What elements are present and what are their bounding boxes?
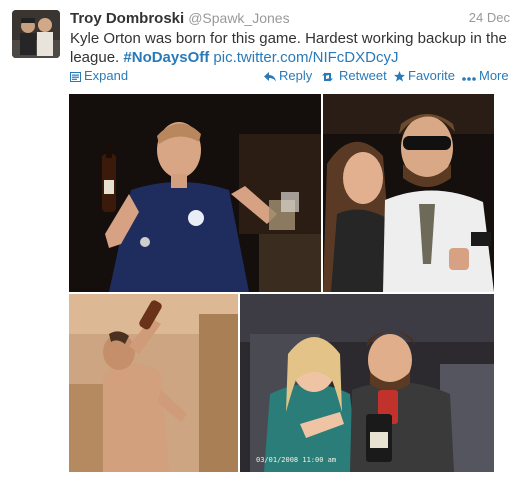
photo-2-image <box>323 94 494 292</box>
tweet-text: Kyle Orton was born for this game. Harde… <box>70 29 510 67</box>
user-handle[interactable]: @Spawk_Jones <box>188 10 289 26</box>
user-fullname[interactable]: Troy Dombroski <box>70 10 184 27</box>
reply-icon <box>264 72 276 82</box>
favorite-icon <box>394 71 405 82</box>
photo-timestamp: 03/01/2008 11:00 am <box>256 456 337 464</box>
expand-button[interactable]: Expand <box>70 68 128 84</box>
more-button[interactable]: More <box>462 68 509 84</box>
pic-link[interactable]: pic.twitter.com/NIFcDXDcyJ <box>213 49 398 66</box>
photo-1-image <box>69 94 321 292</box>
retweet-label: Retweet <box>339 68 387 83</box>
more-label: More <box>479 68 509 83</box>
favorite-label: Favorite <box>408 68 455 83</box>
avatar[interactable] <box>12 10 60 58</box>
retweet-icon <box>322 72 333 82</box>
reply-label: Reply <box>279 68 313 83</box>
tweet-date[interactable]: 24 Dec <box>469 8 510 28</box>
tweet-header: Troy Dombroski @Spawk_Jones 24 Dec <box>70 8 510 28</box>
avatar-image <box>12 10 60 58</box>
collage-photo-3 <box>69 294 238 472</box>
collage-photo-1 <box>69 94 321 292</box>
photo-3-image <box>69 294 238 472</box>
reply-button[interactable]: Reply <box>264 68 312 84</box>
tweet-actions: Expand Reply Retweet Favorite More <box>70 68 510 84</box>
expand-label: Expand <box>84 68 129 83</box>
retweet-button[interactable]: Retweet <box>322 68 387 84</box>
tweet: Troy Dombroski @Spawk_Jones 24 Dec Kyle O… <box>0 0 522 494</box>
hashtag-link[interactable]: #NoDaysOff <box>123 49 209 66</box>
tweet-photo-collage[interactable]: 03/01/2008 11:00 am <box>69 94 494 472</box>
favorite-button[interactable]: Favorite <box>394 68 455 84</box>
photo-4-image <box>240 294 494 472</box>
collage-photo-2 <box>323 94 494 292</box>
more-icon <box>462 77 476 81</box>
collage-photo-4: 03/01/2008 11:00 am <box>240 294 494 472</box>
expand-icon <box>70 72 81 82</box>
